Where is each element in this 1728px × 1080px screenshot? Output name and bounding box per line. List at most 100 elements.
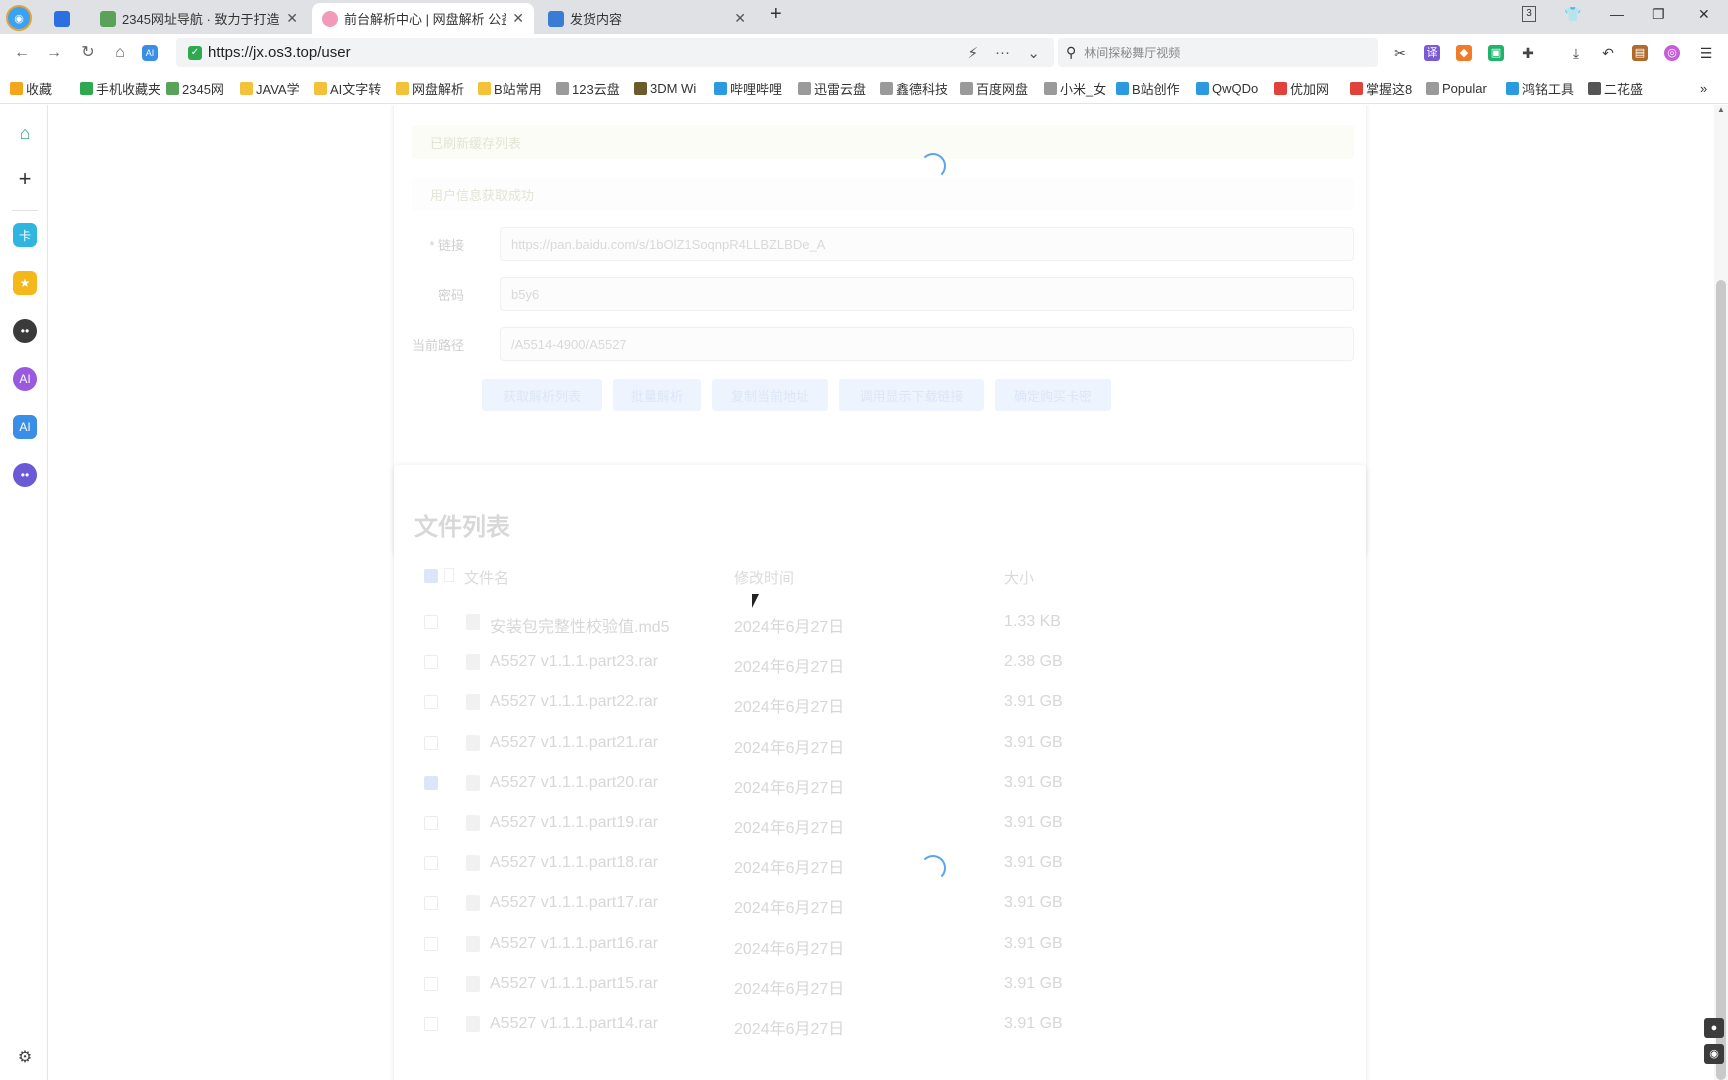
tab-parse-center[interactable]: 前台解析中心 | 网盘解析 公益 ✕ — [312, 3, 534, 34]
row-checkbox[interactable] — [424, 735, 438, 750]
camera-icon[interactable]: ◉ — [1704, 1044, 1724, 1064]
chevron-down-icon[interactable]: ⌄ — [1027, 44, 1040, 62]
bookmarks-overflow-icon[interactable]: » — [1700, 79, 1707, 97]
home-icon[interactable]: ⌂ — [110, 43, 130, 63]
ai-icon[interactable]: AI — [13, 415, 37, 439]
undo-icon[interactable]: ↶ — [1600, 45, 1616, 61]
copy-address-button[interactable]: 复制当前地址 — [712, 379, 828, 411]
row-checkbox[interactable] — [424, 695, 438, 710]
app-1-icon[interactable]: 卡 — [13, 223, 37, 247]
bookmark-item[interactable]: 迅雷云盘 — [798, 79, 866, 97]
minimize-button[interactable]: — — [1610, 6, 1624, 22]
password-input[interactable]: b5y6 — [500, 277, 1354, 311]
bookmark-item[interactable]: 百度网盘 — [960, 79, 1028, 97]
plus-icon[interactable]: + — [13, 166, 37, 191]
bookmark-item[interactable]: 鸿铭工具 — [1506, 79, 1574, 97]
bookmark-item[interactable]: 手机收藏夹 — [80, 79, 160, 97]
bookmark-item[interactable]: JAVA学 — [240, 79, 300, 97]
back-icon[interactable]: ← — [12, 43, 32, 63]
bookmark-item[interactable]: 优加网 — [1274, 79, 1329, 97]
mic-icon[interactable]: ● — [1704, 1018, 1724, 1038]
get-parse-list-button[interactable]: 获取解析列表 — [482, 379, 602, 411]
search-input[interactable]: ⚲ 林间探秘舞厅视频 — [1058, 38, 1378, 67]
file-name[interactable]: 安装包完整性校验值.md5 — [490, 613, 670, 637]
new-tab-button[interactable]: + — [770, 3, 782, 26]
file-name[interactable]: A5527 v1.1.1.part17.rar — [490, 894, 658, 912]
bot-icon[interactable]: •• — [13, 319, 37, 343]
row-checkbox[interactable] — [424, 936, 438, 951]
restore-button[interactable]: ❐ — [1652, 6, 1665, 23]
address-bar[interactable]: ✓ https://jx.os3.top/user ⚡ ··· ⌄ — [176, 38, 1054, 67]
menu-icon[interactable]: ☰ — [1698, 45, 1714, 61]
tab-count-badge[interactable]: 3 — [1522, 6, 1536, 22]
browser-logo-icon[interactable]: ◉ — [6, 5, 32, 31]
bookmark-item[interactable]: 收藏 — [10, 79, 52, 97]
tab-2345[interactable]: 2345网址导航 · 致力于打造百 ✕ — [90, 3, 308, 34]
bookmark-item[interactable]: 2345网 — [166, 79, 224, 97]
table-row[interactable]: A5527 v1.1.1.part17.rar 2024年6月27日 3.91 GB — [414, 886, 1354, 922]
game-ext-icon[interactable]: ◆ — [1456, 45, 1472, 61]
show-download-links-button[interactable]: 调用显示下载链接 — [839, 379, 984, 411]
ai-ext-icon[interactable]: ◎ — [1664, 45, 1680, 61]
row-checkbox[interactable] — [424, 896, 438, 911]
chat-icon[interactable]: •• — [13, 463, 37, 487]
tab-delivery[interactable]: 发货内容 ✕ — [538, 3, 756, 34]
flash-icon[interactable]: ⚡ — [967, 44, 978, 62]
bookmark-item[interactable]: 123云盘 — [556, 79, 620, 97]
row-checkbox[interactable] — [424, 976, 438, 991]
bookmark-item[interactable]: B站常用 — [478, 79, 542, 97]
scissors-icon[interactable]: ✂ — [1392, 45, 1408, 61]
header-time[interactable]: 修改时间 — [734, 567, 794, 588]
translate-ext-icon[interactable]: 译 — [1424, 45, 1440, 61]
bookmark-item[interactable]: AI文字转 — [314, 79, 381, 97]
bookmark-item[interactable]: 二花盛 — [1588, 79, 1643, 97]
header-name[interactable]: 文件名 — [464, 567, 509, 588]
tab-close-icon[interactable]: ✕ — [734, 10, 746, 27]
file-name[interactable]: A5527 v1.1.1.part22.rar — [490, 693, 658, 711]
tab-close-icon[interactable]: ✕ — [286, 10, 298, 27]
bookmark-item[interactable]: Popular — [1426, 79, 1487, 97]
table-row[interactable]: A5527 v1.1.1.part19.rar 2024年6月27日 3.91 GB — [414, 806, 1354, 842]
book-ext-icon[interactable]: ▣ — [1488, 45, 1504, 61]
close-window-button[interactable]: ✕ — [1698, 6, 1710, 23]
home-icon[interactable]: ⌂ — [13, 121, 37, 145]
puzzle-icon[interactable]: ✚ — [1520, 45, 1536, 61]
bookmark-item[interactable]: 小米_女 — [1044, 79, 1106, 97]
row-checkbox[interactable] — [424, 856, 438, 871]
table-row[interactable]: A5527 v1.1.1.part16.rar 2024年6月27日 3.91 GB — [414, 927, 1354, 963]
settings-icon[interactable]: ⚙ — [13, 1045, 37, 1069]
file-name[interactable]: A5527 v1.1.1.part20.rar — [490, 774, 658, 792]
header-size[interactable]: 大小 — [1004, 567, 1034, 588]
bookmark-item[interactable]: QwQDo — [1196, 79, 1258, 97]
tab-close-icon[interactable]: ✕ — [512, 10, 524, 27]
bookmark-item[interactable]: 哔哩哔哩 — [714, 79, 782, 97]
pinned-tab[interactable] — [44, 3, 88, 34]
bookmark-item[interactable]: 3DM Wi — [634, 79, 696, 97]
bookmark-item[interactable]: B站创作 — [1116, 79, 1180, 97]
ai-assistant-icon[interactable]: AI — [142, 45, 158, 61]
select-all-checkbox[interactable] — [424, 569, 438, 583]
scroll-up-icon[interactable]: ▲ — [1717, 105, 1725, 114]
file-name[interactable]: A5527 v1.1.1.part15.rar — [490, 975, 658, 993]
path-input[interactable]: /A5514-4900/A5527 — [500, 327, 1354, 361]
file-name[interactable]: A5527 v1.1.1.part21.rar — [490, 734, 658, 752]
row-checkbox[interactable] — [424, 775, 438, 790]
skin-icon[interactable]: 👕 — [1564, 6, 1581, 23]
row-checkbox[interactable] — [424, 615, 438, 629]
link-input[interactable]: https://pan.baidu.com/s/1bOlZ1SoqnpR4LLB… — [500, 227, 1354, 261]
table-row[interactable]: A5527 v1.1.1.part21.rar 2024年6月27日 3.91 GB — [414, 726, 1354, 762]
table-row[interactable]: A5527 v1.1.1.part14.rar 2024年6月27日 3.91 GB — [414, 1007, 1354, 1043]
more-icon[interactable]: ··· — [995, 44, 1010, 61]
bookmark-item[interactable]: 网盘解析 — [396, 79, 464, 97]
table-row[interactable]: A5527 v1.1.1.part22.rar 2024年6月27日 3.91 GB — [414, 685, 1354, 721]
scrollbar-thumb[interactable] — [1716, 280, 1726, 1080]
toolbox-icon[interactable]: ▤ — [1632, 45, 1648, 61]
bookmark-item[interactable]: 掌握这8 — [1350, 79, 1412, 97]
forward-icon[interactable]: → — [44, 43, 64, 63]
bookmark-item[interactable]: 鑫德科技 — [880, 79, 948, 97]
reload-icon[interactable]: ↻ — [78, 43, 98, 63]
batch-parse-button[interactable]: 批量解析 — [613, 379, 701, 411]
ai-writer-icon[interactable]: AI — [13, 367, 37, 391]
row-checkbox[interactable] — [424, 1017, 438, 1031]
table-row[interactable]: 安装包完整性校验值.md5 2024年6月27日 1.33 KB — [414, 605, 1354, 641]
